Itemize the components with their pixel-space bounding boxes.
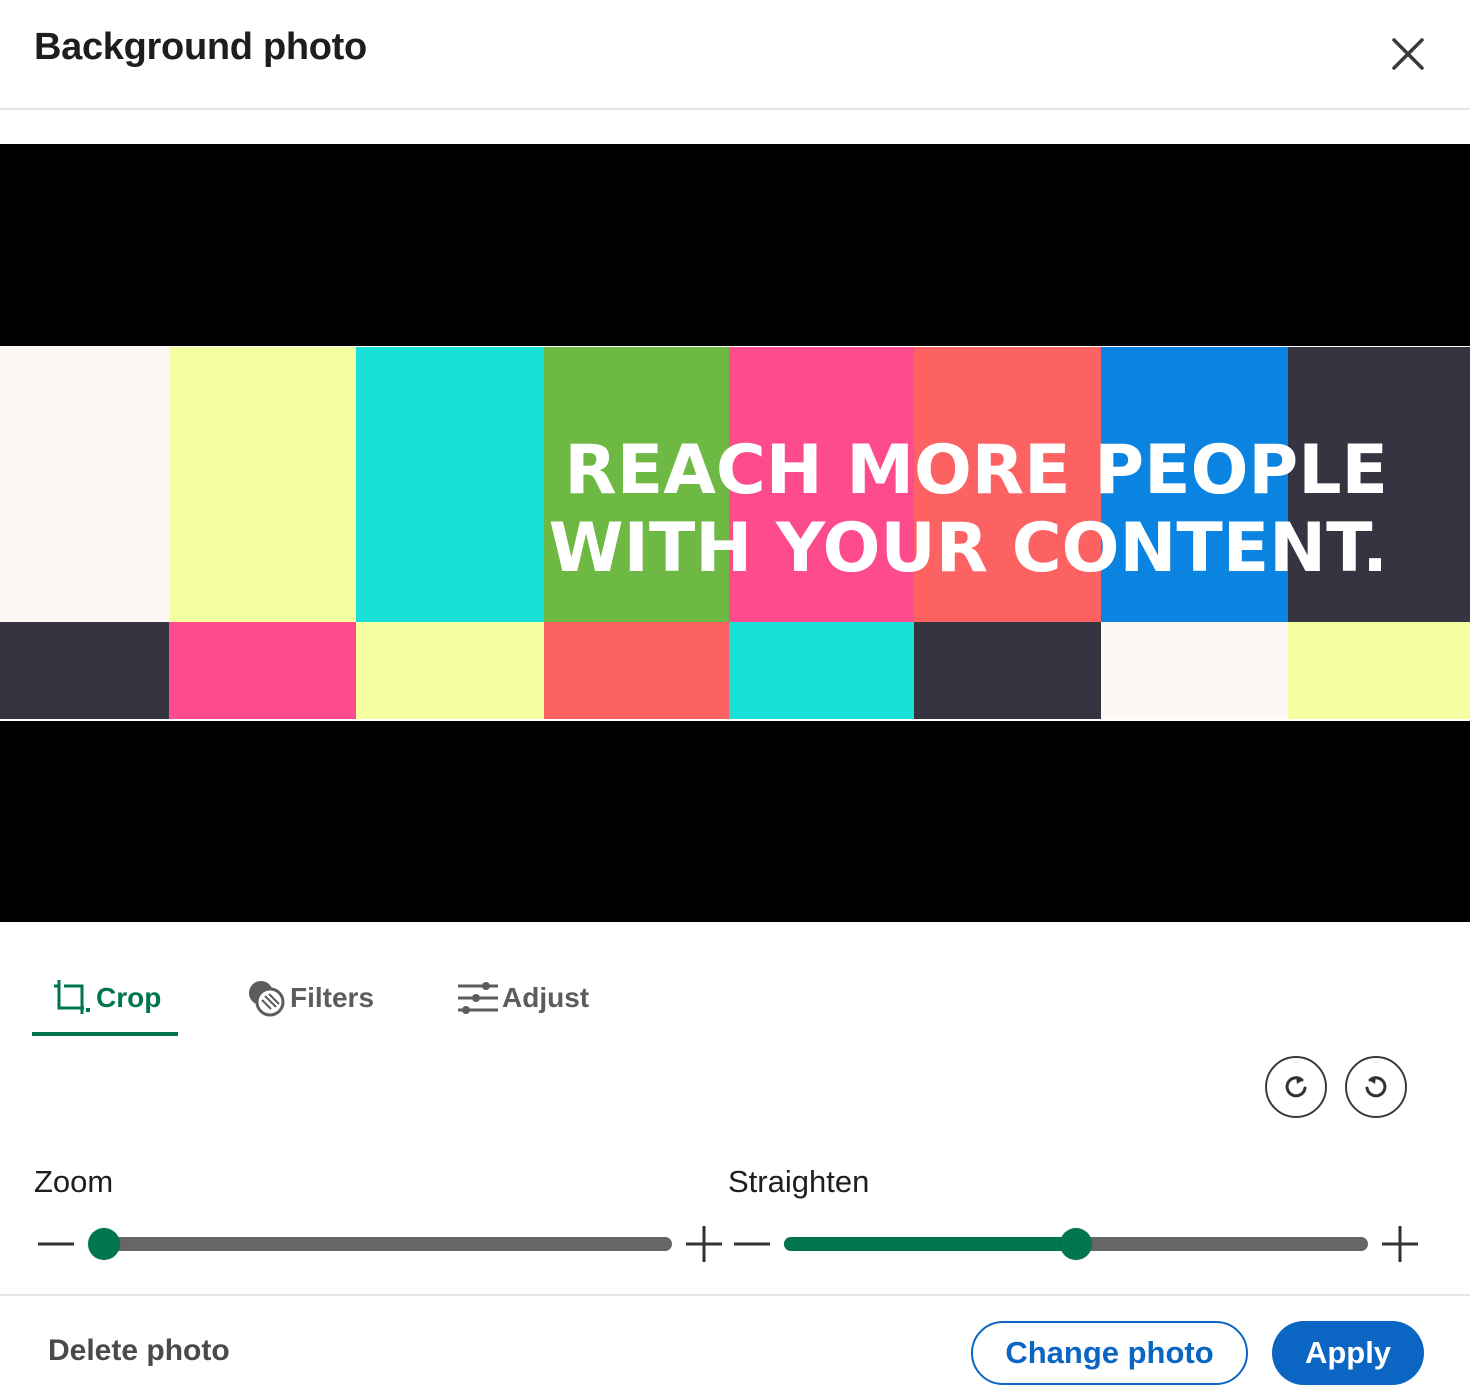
active-tab-indicator xyxy=(32,1032,178,1036)
zoom-slider-thumb[interactable] xyxy=(88,1228,120,1260)
background-photo: REACH MORE PEOPLE WITH YOUR CONTENT. xyxy=(0,347,1470,719)
rotate-counterclockwise-icon xyxy=(1365,1076,1387,1098)
tab-filters-label: Filters xyxy=(290,982,375,1013)
photo-block-bottom xyxy=(544,622,729,719)
background-photo-dialog: Background photo REACH MORE PEOPLE WITH … xyxy=(0,0,1470,1400)
tab-crop-label: Crop xyxy=(96,982,162,1013)
straighten-slider-fill xyxy=(784,1237,1076,1251)
change-photo-button[interactable]: Change photo xyxy=(971,1321,1248,1385)
zoom-out-icon[interactable] xyxy=(36,1224,76,1264)
photo-headline-line-2: WITH YOUR CONTENT. xyxy=(548,509,1388,588)
delete-photo-button[interactable]: Delete photo xyxy=(48,1334,230,1368)
photo-block-top xyxy=(169,347,356,622)
adjust-icon xyxy=(456,976,500,1020)
photo-block-bottom xyxy=(1101,622,1288,719)
straighten-decrease-icon[interactable] xyxy=(732,1224,772,1264)
photo-block-bottom xyxy=(729,622,914,719)
zoom-in-icon[interactable] xyxy=(684,1224,724,1264)
tab-filters[interactable]: Filters xyxy=(244,962,374,1034)
photo-headline: REACH MORE PEOPLE WITH YOUR CONTENT. xyxy=(549,432,1388,588)
photo-block-top xyxy=(356,347,544,622)
editor-tabs: Crop Filters Adjust xyxy=(0,962,700,1038)
photo-block-bottom xyxy=(914,622,1101,719)
rotate-counterclockwise-button[interactable] xyxy=(1345,1056,1407,1118)
apply-button[interactable]: Apply xyxy=(1272,1321,1424,1385)
dialog-header: Background photo xyxy=(0,0,1470,110)
zoom-label: Zoom xyxy=(34,1164,114,1199)
rotate-clockwise-icon xyxy=(1285,1076,1307,1098)
photo-block-bottom xyxy=(1288,622,1470,719)
close-button[interactable] xyxy=(1378,24,1438,84)
tab-adjust-label: Adjust xyxy=(502,982,590,1013)
filters-icon xyxy=(244,976,288,1020)
photo-crop-area[interactable]: REACH MORE PEOPLE WITH YOUR CONTENT. xyxy=(0,144,1470,922)
straighten-increase-icon[interactable] xyxy=(1380,1224,1420,1264)
crop-frame-bottom xyxy=(0,719,1470,721)
crop-icon xyxy=(50,976,94,1020)
tab-adjust[interactable]: Adjust xyxy=(456,962,589,1034)
photo-block-bottom xyxy=(169,622,356,719)
close-icon xyxy=(1392,38,1424,70)
dialog-footer: Delete photo Change photo Apply xyxy=(0,1294,1470,1400)
photo-headline-line-1: REACH MORE PEOPLE xyxy=(564,431,1388,510)
straighten-slider-thumb[interactable] xyxy=(1060,1228,1092,1260)
zoom-slider-track[interactable] xyxy=(96,1237,672,1251)
rotate-clockwise-button[interactable] xyxy=(1265,1056,1327,1118)
dialog-title: Background photo xyxy=(34,26,367,68)
photo-block-top xyxy=(0,347,169,622)
tab-crop[interactable]: Crop xyxy=(50,962,161,1034)
straighten-label: Straighten xyxy=(728,1164,870,1199)
photo-block-bottom xyxy=(356,622,544,719)
photo-block-bottom xyxy=(0,622,169,719)
